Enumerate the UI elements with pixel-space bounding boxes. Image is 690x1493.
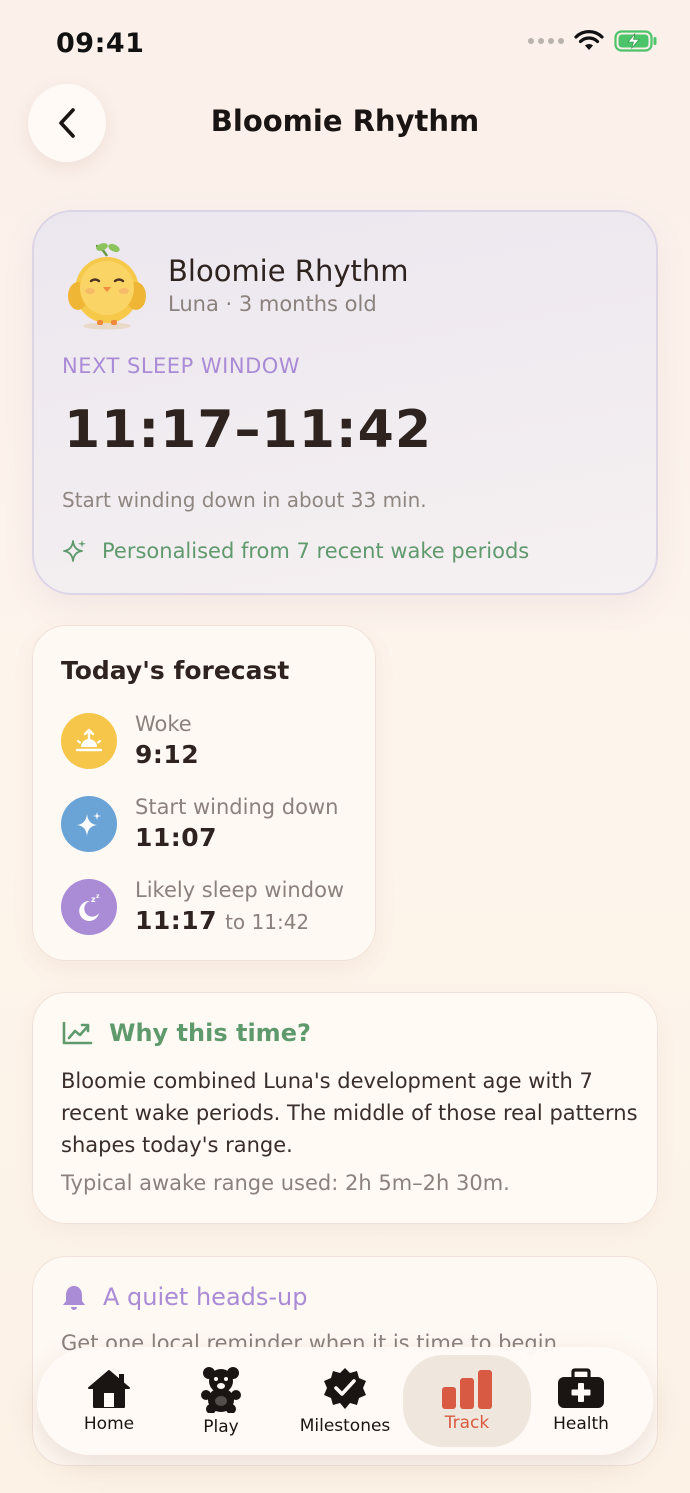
- sparkle-icon: [61, 796, 117, 852]
- tab-label: Play: [203, 1417, 239, 1437]
- awake-range-text: Typical awake range used: 2h 5m–2h 30m.: [61, 1171, 510, 1195]
- forecast-title: Today's forecast: [61, 656, 290, 685]
- hero-subtitle: Luna · 3 months old: [168, 292, 377, 316]
- tab-health[interactable]: Health: [533, 1347, 629, 1455]
- forecast-item-woke: Woke 9:12: [61, 710, 199, 772]
- next-sleep-label: NEXT SLEEP WINDOW: [62, 354, 301, 378]
- tab-label: Milestones: [299, 1416, 391, 1436]
- bar-chart-icon: [442, 1370, 492, 1409]
- why-title: Why this time?: [109, 1019, 311, 1047]
- why-header: Why this time?: [61, 1019, 311, 1047]
- badge-check-icon: [324, 1368, 366, 1409]
- page-title: Bloomie Rhythm: [210, 104, 480, 138]
- screen: 09:41 Bloomie Rhythm Bloomie Rhythm Luna…: [0, 0, 690, 1493]
- wifi-icon: [574, 30, 604, 50]
- battery-charging-icon: [614, 30, 657, 52]
- svg-text:z: z: [96, 893, 100, 900]
- why-body: Bloomie combined Luna's development age …: [61, 1069, 638, 1157]
- hero-title: Bloomie Rhythm: [168, 254, 409, 288]
- bell-icon: [63, 1286, 85, 1310]
- forecast-value: 11:07: [135, 823, 218, 852]
- forecast-end-time: to 11:42: [225, 910, 310, 934]
- forecast-label: Start winding down: [135, 795, 339, 819]
- status-icons: [528, 30, 658, 52]
- trend-chart-icon: [62, 1021, 93, 1045]
- why-this-time-card: Why this time? Bloomie combined Luna's d…: [32, 992, 658, 1224]
- forecast-value: 11:17 to 11:42: [135, 904, 344, 939]
- status-time: 09:41: [56, 28, 145, 59]
- forecast-item-wind-down: Start winding down 11:07: [61, 793, 338, 855]
- forecast-card: Today's forecast Woke 9:12 Start winding…: [32, 625, 376, 961]
- chick-mascot-icon: [68, 243, 146, 330]
- personalised-note: Personalised from 7 recent wake periods: [62, 538, 529, 564]
- tab-home[interactable]: Home: [59, 1347, 159, 1455]
- forecast-item-sleep-window: z z Likely sleep window 11:17 to 11:42: [61, 876, 344, 939]
- wind-down-note: Start winding down in about 33 min.: [62, 488, 427, 512]
- sleep-window-time: 11:17–11:42: [64, 400, 433, 460]
- sparkle-icon: [63, 540, 86, 562]
- heads-up-title: A quiet heads-up: [103, 1283, 308, 1311]
- moon-icon: z z: [61, 879, 117, 935]
- forecast-value: 9:12: [135, 740, 200, 769]
- sunrise-icon: [61, 713, 117, 769]
- forecast-label: Likely sleep window: [135, 878, 345, 902]
- tab-label: Health: [553, 1414, 609, 1434]
- cellular-signal-icon: [528, 38, 564, 44]
- tab-play[interactable]: Play: [173, 1347, 269, 1455]
- tab-bar: Home Play Milestones Track Health: [37, 1347, 653, 1455]
- home-icon: [88, 1370, 130, 1408]
- next-sleep-card: Bloomie Rhythm Luna · 3 months old NEXT …: [32, 210, 658, 595]
- tab-label: Home: [83, 1414, 135, 1434]
- medical-kit-icon: [558, 1368, 604, 1408]
- forecast-label: Woke: [135, 712, 192, 736]
- teddy-bear-icon: [201, 1367, 241, 1413]
- forecast-start-time: 11:17: [135, 906, 218, 935]
- tab-track[interactable]: Track: [403, 1355, 531, 1447]
- tab-label: Track: [444, 1413, 490, 1433]
- heads-up-header: A quiet heads-up: [61, 1283, 308, 1311]
- personalised-text: Personalised from 7 recent wake periods: [102, 539, 530, 563]
- tab-milestones[interactable]: Milestones: [289, 1347, 401, 1455]
